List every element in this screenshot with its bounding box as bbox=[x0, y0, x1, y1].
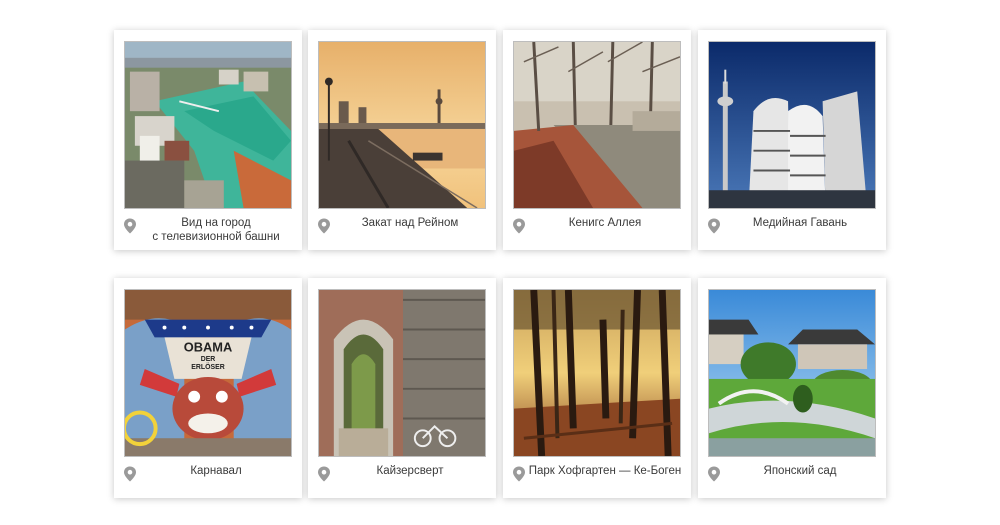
card-caption: Кенигс Аллея bbox=[568, 217, 642, 229]
gallery-card-carnival[interactable]: OBAMA DER ERLÖSER Карнавал bbox=[114, 278, 302, 498]
location-pin-icon bbox=[124, 218, 136, 234]
svg-text:ERLÖSER: ERLÖSER bbox=[191, 362, 224, 371]
svg-text:DER: DER bbox=[201, 356, 216, 363]
photo-rhine-sunset[interactable] bbox=[318, 41, 486, 209]
card-caption: Японский сад bbox=[763, 465, 837, 477]
card-caption: Кайзерсверт bbox=[376, 465, 444, 477]
card-caption: Закат над Рейном bbox=[361, 217, 459, 229]
photo-koenigsallee[interactable] bbox=[513, 41, 681, 209]
location-pin-icon bbox=[513, 466, 525, 482]
location-pin-icon bbox=[513, 218, 525, 234]
gallery-card-koenigsallee[interactable]: Кенигс Аллея bbox=[503, 30, 691, 250]
card-caption: Карнавал bbox=[190, 465, 242, 477]
gallery-card-media-harbour[interactable]: Медийная Гавань bbox=[698, 30, 886, 250]
card-caption: Парк Хофгартен — Ке-Боген bbox=[528, 465, 682, 477]
location-pin-icon bbox=[318, 466, 330, 482]
gallery-card-kaiserswerth[interactable]: Кайзерсверт bbox=[308, 278, 496, 498]
photo-city-view[interactable] bbox=[124, 41, 292, 209]
gallery-card-japanese-garden[interactable]: Японский сад bbox=[698, 278, 886, 498]
photo-hofgarten[interactable] bbox=[513, 289, 681, 457]
photo-kaiserswerth[interactable] bbox=[318, 289, 486, 457]
photo-gallery: Вид на город с телевизионной башни Закат… bbox=[0, 0, 1000, 525]
gallery-card-rhine-sunset[interactable]: Закат над Рейном bbox=[308, 30, 496, 250]
location-pin-icon bbox=[708, 466, 720, 482]
location-pin-icon bbox=[318, 218, 330, 234]
photo-japanese-garden[interactable] bbox=[708, 289, 876, 457]
card-caption: Медийная Гавань bbox=[752, 217, 848, 229]
gallery-card-city-view[interactable]: Вид на город с телевизионной башни bbox=[114, 30, 302, 250]
svg-text:OBAMA: OBAMA bbox=[184, 339, 232, 354]
gallery-card-hofgarten[interactable]: Парк Хофгартен — Ке-Боген bbox=[503, 278, 691, 498]
location-pin-icon bbox=[708, 218, 720, 234]
photo-media-harbour[interactable] bbox=[708, 41, 876, 209]
photo-carnival[interactable]: OBAMA DER ERLÖSER bbox=[124, 289, 292, 457]
card-caption: Вид на город с телевизионной башни bbox=[152, 217, 280, 243]
location-pin-icon bbox=[124, 466, 136, 482]
